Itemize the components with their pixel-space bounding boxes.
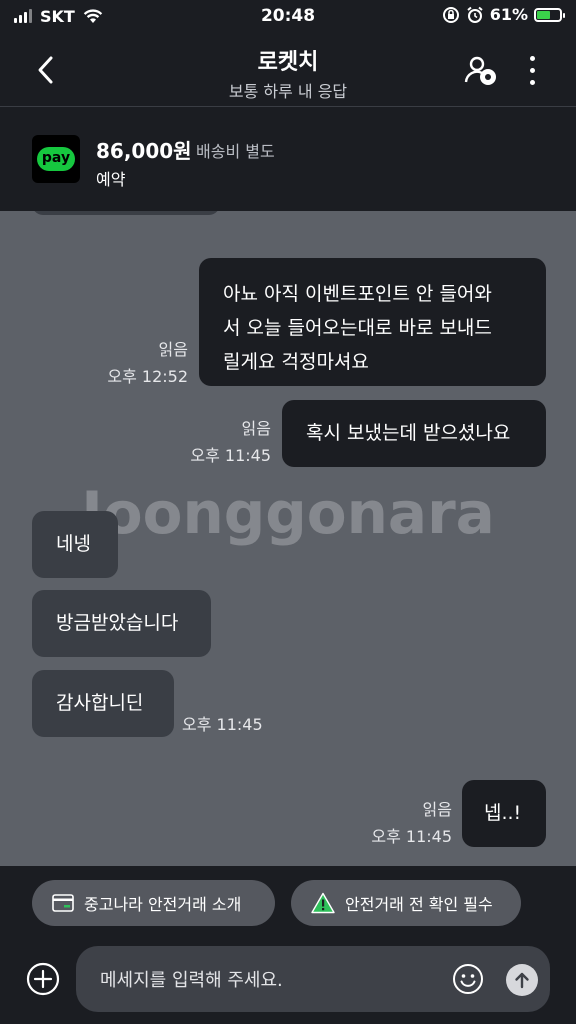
product-summary[interactable]: pay 86,000원 배송비 별도 예약 — [0, 107, 576, 211]
message-line: 서 오늘 들어오는대로 바로 보내드 — [223, 317, 492, 339]
message-bubble-sent[interactable]: 넵..! — [462, 780, 546, 847]
status-bar: SKT 20:48 61% — [0, 0, 576, 34]
send-button[interactable] — [506, 964, 538, 996]
pay-badge: pay — [37, 147, 75, 171]
read-receipt: 읽음 — [158, 340, 188, 359]
message-meta: 읽음 오후 11:45 — [330, 796, 452, 850]
warning-icon — [311, 892, 335, 914]
emoji-button[interactable] — [452, 963, 484, 995]
chip-label: 안전거래 전 확인 필수 — [345, 895, 493, 914]
message-list[interactable]: Joonggonara 읽음 오후 12:52 아뇨 아직 이벤트포인트 안 들… — [0, 211, 576, 866]
message-bubble-sent[interactable]: 아뇨 아직 이벤트포인트 안 들어와 서 오늘 들어오는대로 바로 보내드 릴게… — [199, 258, 546, 386]
orientation-lock-icon — [442, 6, 459, 23]
message-input[interactable]: 메세지를 입력해 주세요. — [76, 946, 550, 1012]
quick-action-bar: 중고나라 안전거래 소개 안전거래 전 확인 필수 — [0, 866, 576, 942]
read-receipt: 읽음 — [422, 800, 452, 819]
more-options-button[interactable] — [522, 52, 542, 88]
message-meta: 읽음 오후 11:45 — [150, 415, 271, 469]
user-settings-icon — [464, 56, 496, 85]
message-meta: 오후 11:45 — [182, 711, 263, 738]
attach-button[interactable] — [26, 962, 60, 996]
reservation-status: 예약 — [96, 170, 126, 189]
battery-icon — [534, 7, 565, 22]
arrow-up-icon — [515, 972, 529, 989]
message-bubble-received[interactable]: 감사합니딘 — [32, 670, 174, 737]
message-line: 방금받았습니다 — [56, 612, 179, 634]
card-icon — [52, 894, 74, 912]
message-input-bar: 메세지를 입력해 주세요. — [0, 942, 576, 1024]
smiley-icon — [453, 964, 483, 994]
chat-header: 로켓치 보통 하루 내 응답 — [0, 34, 576, 107]
safe-trade-warning-chip[interactable]: 안전거래 전 확인 필수 — [291, 880, 521, 926]
product-price: 86,000원 — [96, 139, 192, 163]
pay-logo: pay — [32, 135, 80, 183]
battery-percent: 61% — [489, 5, 528, 24]
message-time: 오후 11:45 — [182, 715, 263, 734]
message-line: 감사합니딘 — [56, 692, 144, 714]
safe-trade-intro-chip[interactable]: 중고나라 안전거래 소개 — [32, 880, 275, 926]
message-line: 네넹 — [56, 533, 91, 555]
message-line: 넵..! — [484, 802, 522, 824]
input-placeholder: 메세지를 입력해 주세요. — [100, 970, 283, 991]
message-bubble-partial — [32, 211, 220, 215]
alarm-icon — [467, 6, 483, 23]
message-meta: 읽음 오후 12:52 — [70, 336, 188, 390]
message-time: 오후 11:45 — [190, 446, 271, 465]
plus-circle-icon — [26, 962, 60, 996]
message-time: 오후 11:45 — [371, 827, 452, 846]
message-line: 혹시 보냈는데 받으셨나요 — [306, 422, 511, 444]
message-bubble-received[interactable]: 네넹 — [32, 511, 118, 578]
status-right: 61% — [442, 5, 565, 24]
chip-label: 중고나라 안전거래 소개 — [84, 895, 242, 914]
message-line: 릴게요 걱정마셔요 — [223, 351, 369, 373]
shipping-info: 배송비 별도 — [196, 142, 275, 161]
message-line: 아뇨 아직 이벤트포인트 안 들어와 — [223, 283, 492, 305]
message-bubble-received[interactable]: 방금받았습니다 — [32, 590, 211, 657]
message-bubble-sent[interactable]: 혹시 보냈는데 받으셨나요 — [282, 400, 546, 467]
user-settings-button[interactable] — [464, 54, 498, 88]
message-time: 오후 12:52 — [107, 367, 188, 386]
read-receipt: 읽음 — [241, 419, 271, 438]
